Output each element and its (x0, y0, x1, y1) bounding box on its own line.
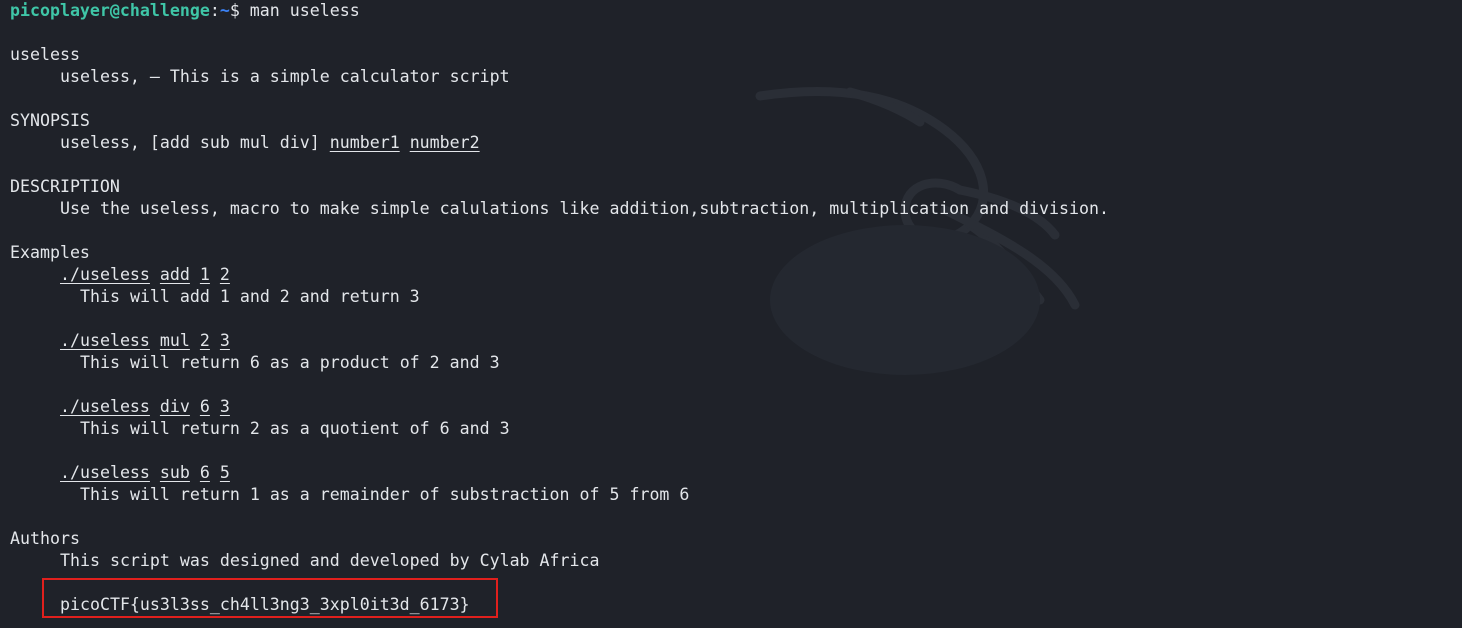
description-header: DESCRIPTION (10, 177, 120, 196)
shell-prompt-line: picoplayer@challenge:~$ man useless (10, 0, 360, 22)
example-description: This will return 1 as a remainder of sub… (80, 485, 690, 504)
synopsis-line: useless, [add sub mul div] number1 numbe… (60, 132, 480, 154)
synopsis-arg-number2: number2 (409, 133, 480, 152)
example-script: ./useless (60, 265, 150, 284)
example-arg-a: 2 (199, 331, 210, 350)
example-description: This will add 1 and 2 and return 3 (80, 287, 420, 306)
kali-dragon-wallpaper (755, 86, 1080, 375)
example-arg-a: 6 (199, 463, 210, 482)
example-arg-b: 2 (219, 265, 230, 284)
prompt-path: ~ (219, 1, 230, 20)
example-script: ./useless (60, 397, 150, 416)
example-arg-b: 3 (219, 397, 230, 416)
example-command: ./useless sub 6 5 (60, 462, 230, 484)
example-command: ./useless mul 2 3 (60, 330, 230, 352)
prompt-user-host: picoplayer@challenge (10, 1, 210, 20)
authors-header: Authors (10, 529, 80, 548)
synopsis-arg-number1: number1 (329, 133, 400, 152)
example-command: ./useless div 6 3 (60, 396, 230, 418)
example-operation: div (159, 397, 190, 416)
example-script: ./useless (60, 463, 150, 482)
example-operation: sub (159, 463, 190, 482)
prompt-command: man useless (249, 1, 360, 20)
example-description: This will return 6 as a product of 2 and… (80, 353, 500, 372)
name-description: useless, — This is a simple calculator s… (60, 67, 510, 86)
flag-text: picoCTF{us3l3ss_ch4ll3ng3_3xpl0it3d_6173… (60, 595, 470, 614)
example-operation: add (159, 265, 190, 284)
prompt-symbol: $ (229, 1, 250, 20)
example-arg-a: 1 (199, 265, 210, 284)
examples-header: Examples (10, 243, 90, 262)
description-text: Use the useless, macro to make simple ca… (60, 199, 1109, 218)
synopsis-header: SYNOPSIS (10, 111, 90, 130)
synopsis-command: useless, [add sub mul div] (60, 133, 330, 152)
example-script: ./useless (60, 331, 150, 350)
prompt-separator: : (209, 1, 220, 20)
terminal-window[interactable]: picoplayer@challenge:~$ man useless usel… (0, 0, 1462, 628)
example-description: This will return 2 as a quotient of 6 an… (80, 419, 510, 438)
example-command: ./useless add 1 2 (60, 264, 230, 286)
name-header: useless (10, 45, 80, 64)
example-arg-b: 5 (219, 463, 230, 482)
example-arg-b: 3 (219, 331, 230, 350)
example-arg-a: 6 (199, 397, 210, 416)
example-operation: mul (159, 331, 190, 350)
authors-text: This script was designed and developed b… (60, 551, 600, 570)
